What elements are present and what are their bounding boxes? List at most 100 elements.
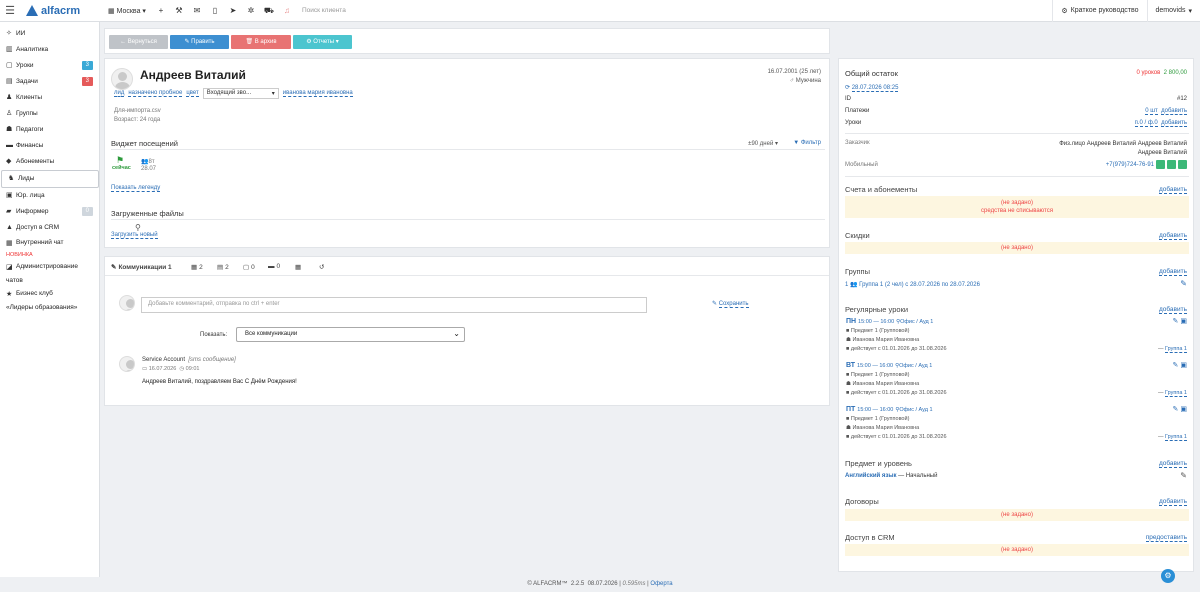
comm-tab[interactable]: ▦ xyxy=(295,263,303,271)
calendar-icon: ■ xyxy=(846,346,850,352)
save-icon: ✎ xyxy=(712,301,718,307)
sidebar-item[interactable]: ♞ Лиды xyxy=(1,170,99,188)
add-payment-link[interactable]: добавить xyxy=(1161,108,1187,115)
lock-icon: ▲ xyxy=(6,224,13,231)
sms-icon[interactable] xyxy=(1167,160,1176,169)
calendar-check-icon[interactable]: ▣ xyxy=(1180,362,1187,369)
color-picker[interactable]: цвет xyxy=(186,90,199,97)
status-trial[interactable]: назначено пробное xyxy=(128,90,183,97)
status-lead[interactable]: лид xyxy=(114,90,125,97)
branch-selector[interactable]: ▦ Москва ▾ xyxy=(108,7,146,15)
comm-tab-label: Коммуникации 1 xyxy=(118,264,172,271)
add-subject-link[interactable]: добавить xyxy=(1158,460,1187,468)
add-lesson-link[interactable]: добавить xyxy=(1161,120,1187,127)
show-legend-link[interactable]: Показать легенду xyxy=(111,185,161,192)
sidebar-item[interactable]: ▲ Доступ в CRM xyxy=(0,220,99,236)
viber-icon[interactable] xyxy=(1178,160,1187,169)
group-link[interactable]: Группа 1 (2 чел) с 28.07.2026 по 28.07.2… xyxy=(859,282,980,288)
add-group-link[interactable]: добавить xyxy=(1158,268,1187,276)
whatsapp-icon[interactable] xyxy=(1156,160,1165,169)
balance-date-link[interactable]: ⟳ 28.07.2026 08:25 xyxy=(845,84,899,92)
upload-new-link[interactable]: Загрузить новый xyxy=(111,232,158,239)
comm-tab[interactable]: ▬ 0 xyxy=(268,263,280,270)
subject-value[interactable]: Английский язык xyxy=(845,473,897,479)
comm-filter-select[interactable]: Все коммуникации ⌄ xyxy=(236,327,465,342)
calendar-check-icon[interactable]: ▣ xyxy=(1180,318,1187,325)
lesson-group-link[interactable]: Группа 1 xyxy=(1164,346,1187,353)
users-icon: ♙ xyxy=(6,110,13,117)
lessons-count[interactable]: п.0 / ф.0 xyxy=(1134,120,1158,127)
lesson-subject: Предмет 1 (Групповой) xyxy=(850,372,910,378)
settings-icon[interactable]: ✲ xyxy=(242,6,260,15)
footer-offer-link[interactable]: Оферта xyxy=(650,581,672,587)
sidebar-item[interactable]: ◪ Администрирование чатов xyxy=(0,260,99,287)
sidebar-item[interactable]: ▢ Уроки 3 xyxy=(0,58,99,74)
back-button[interactable]: ← Вернуться xyxy=(109,35,168,49)
comm-tab[interactable]: ↺ xyxy=(319,263,326,271)
edit-lesson-icon[interactable]: ✎ xyxy=(1173,318,1179,325)
sidebar-item[interactable]: ▦ Внутренний чат НОВИНКА xyxy=(0,236,99,260)
sidebar-item[interactable]: ☗ Педагоги xyxy=(0,122,99,138)
comm-tab[interactable]: ✎ Коммуникации 1 xyxy=(111,263,172,271)
sidebar-item[interactable]: ▬ Финансы xyxy=(0,138,99,154)
crm-access-not-set: (не задано) xyxy=(845,544,1189,556)
birth-date: 16.07.2001 (25 лет) xyxy=(767,69,821,75)
menu-icon[interactable]: ☰ xyxy=(0,4,20,17)
sidebar-item[interactable]: ▣ Юр. лица xyxy=(0,188,99,204)
period-select[interactable]: ±90 дней ▾ xyxy=(748,140,778,147)
edit-group-icon[interactable]: ✎ xyxy=(1180,279,1187,288)
wrench-icon[interactable]: ⚒ xyxy=(170,6,188,15)
telegram-icon[interactable]: ➤ xyxy=(224,6,242,15)
message-author-line: Service Account [sms сообщение] xyxy=(142,357,236,363)
lesson-group-link[interactable]: Группа 1 xyxy=(1164,390,1187,397)
sidebar-item[interactable]: ♟ Клиенты xyxy=(0,90,99,106)
source-select[interactable]: Входящий зво... ▾ xyxy=(202,88,279,99)
sidebar-item[interactable]: ▤ Задачи 3 xyxy=(0,74,99,90)
logo[interactable]: alfacrm xyxy=(26,5,98,17)
sidebar-item[interactable]: ◆ Абонементы xyxy=(0,154,99,170)
calendar-check-icon[interactable]: ▣ xyxy=(1180,406,1187,413)
sidebar-item[interactable]: ★ Бизнес клуб «Лидеры образования» xyxy=(0,287,99,314)
sidebar-item[interactable]: ✧ ИИ xyxy=(0,26,99,42)
plus-icon[interactable]: + xyxy=(152,6,170,15)
add-discount-link[interactable]: добавить xyxy=(1158,232,1187,240)
comment-input[interactable]: Добавьте комментарий, отправка по ctrl +… xyxy=(141,297,647,313)
manager-link[interactable]: иванова мария ивановна xyxy=(282,90,353,97)
add-account-link[interactable]: добавить xyxy=(1158,186,1187,194)
client-search-input[interactable]: Поиск клиента xyxy=(302,7,562,14)
chat-icon: ▦ xyxy=(191,264,198,271)
not-charged-note: средства не списываются xyxy=(981,208,1053,214)
reports-button[interactable]: ⚙ Отчеты ▾ xyxy=(293,35,352,49)
grant-access-link[interactable]: предоставить xyxy=(1145,534,1187,542)
edit-button[interactable]: ✎ Править xyxy=(170,35,229,49)
comm-tab-label: 2 xyxy=(199,264,203,271)
edit-lesson-icon[interactable]: ✎ xyxy=(1173,362,1179,369)
add-regular-lesson-link[interactable]: добавить xyxy=(1158,306,1187,314)
save-comment-button[interactable]: ✎ Сохранить xyxy=(712,300,749,308)
comm-tab[interactable]: ▦ 2 xyxy=(191,263,203,271)
filter-button[interactable]: ▼ Фильтр xyxy=(793,140,821,146)
mail-icon[interactable]: ✉ xyxy=(188,6,206,15)
quick-guide-link[interactable]: ⚙ Краткое руководство xyxy=(1052,0,1146,22)
cart-icon[interactable]: ⛟ xyxy=(260,6,278,16)
add-contract-link[interactable]: добавить xyxy=(1158,498,1187,506)
sidebar-item[interactable]: ▰ Информер 0 xyxy=(0,204,99,220)
edit-subject-icon[interactable]: ✎ xyxy=(1180,471,1187,480)
bell-icon[interactable]: ♫ xyxy=(278,6,296,15)
comm-icon: ✎ xyxy=(111,264,117,271)
comm-tab[interactable]: ▤ 2 xyxy=(217,263,229,271)
sidebar-item-label: Педагоги xyxy=(16,126,44,133)
user-icon: ♟ xyxy=(6,94,13,101)
mobile-value[interactable]: +7(979)724-76-91 xyxy=(1106,162,1154,168)
payments-count[interactable]: 0 шт xyxy=(1145,108,1158,115)
filter-label: Фильтр xyxy=(800,140,821,146)
phone-icon[interactable]: ▯ xyxy=(206,6,224,15)
archive-button[interactable]: 🗑 В архив xyxy=(231,35,291,49)
sidebar-item[interactable]: ♙ Группы xyxy=(0,106,99,122)
sidebar-item[interactable]: ▥ Аналитика xyxy=(0,42,99,58)
edit-lesson-icon[interactable]: ✎ xyxy=(1173,406,1179,413)
user-menu[interactable]: demovids ▾ xyxy=(1146,0,1200,22)
lesson-group-link[interactable]: Группа 1 xyxy=(1164,434,1187,441)
balance-money: 2 800,00 xyxy=(1163,70,1187,76)
comm-tab[interactable]: ▢ 0 xyxy=(243,263,255,271)
